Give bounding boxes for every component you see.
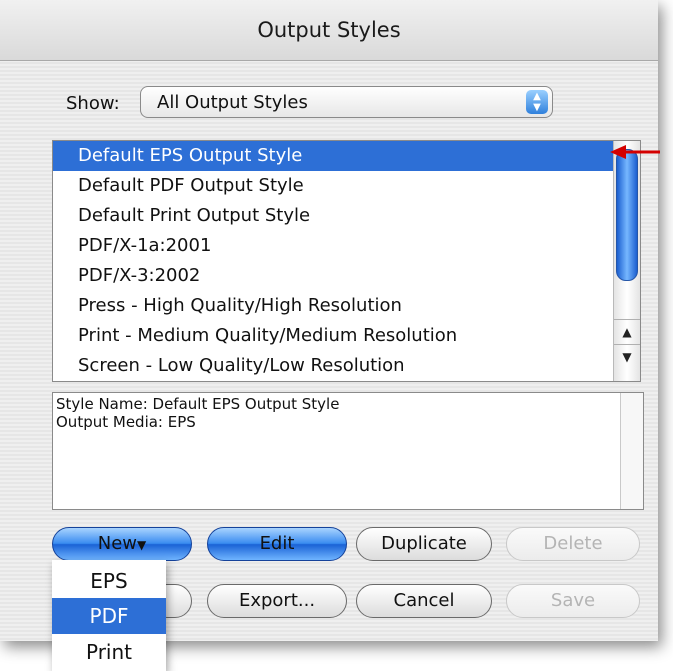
save-button[interactable]: Save [506,584,640,618]
export-button[interactable]: Export... [207,584,347,618]
list-item[interactable]: Default EPS Output Style [53,141,613,171]
duplicate-button[interactable]: Duplicate [356,527,492,561]
new-dropdown-menu: EPS PDF Print [52,560,166,671]
delete-button[interactable]: Delete [506,527,640,561]
list-item[interactable]: Press - High Quality/High Resolution [53,291,613,321]
style-name-text: Style Name: Default EPS Output Style [56,395,340,413]
menu-item-print[interactable]: Print [52,634,166,670]
scrollbar-thumb[interactable] [616,149,638,281]
list-item[interactable]: Default Print Output Style [53,201,613,231]
scroll-up-icon[interactable]: ▲ [614,319,640,344]
cancel-button[interactable]: Cancel [356,584,492,618]
dropdown-arrow-icon: ▼ [137,538,147,552]
output-styles-list[interactable]: Default EPS Output Style Default PDF Out… [52,140,641,382]
output-media-text: Output Media: EPS [56,413,196,431]
list-scrollbar[interactable]: ▲ ▼ [613,141,640,381]
window-title: Output Styles [257,18,401,42]
updown-arrows-icon: ▲ ▼ [526,90,548,114]
list-item[interactable]: Default PDF Output Style [53,171,613,201]
list-item[interactable]: Screen - Low Quality/Low Resolution [53,351,613,381]
list-item[interactable]: PDF/X-3:2002 [53,261,613,291]
description-scrollbar[interactable] [620,393,643,509]
output-styles-dialog: Output Styles Show: All Output Styles ▲ ▼… [0,0,658,641]
show-popup-value: All Output Styles [157,92,308,113]
new-button[interactable]: New▼ [52,527,192,561]
new-button-label: New [97,533,138,554]
edit-button[interactable]: Edit [207,527,347,561]
menu-item-pdf[interactable]: PDF [52,598,166,634]
list-item[interactable]: PDF/X-1a:2001 [53,231,613,261]
scroll-down-icon[interactable]: ▼ [614,344,640,369]
show-label: Show: [66,93,120,114]
annotation-arrow-icon [610,145,660,159]
list-item[interactable]: Print - Medium Quality/Medium Resolution [53,321,613,351]
style-description-box: Style Name: Default EPS Output Style Out… [52,392,644,510]
title-bar[interactable]: Output Styles [0,0,658,61]
show-popup[interactable]: All Output Styles ▲ ▼ [140,86,553,118]
menu-item-eps[interactable]: EPS [52,563,166,599]
